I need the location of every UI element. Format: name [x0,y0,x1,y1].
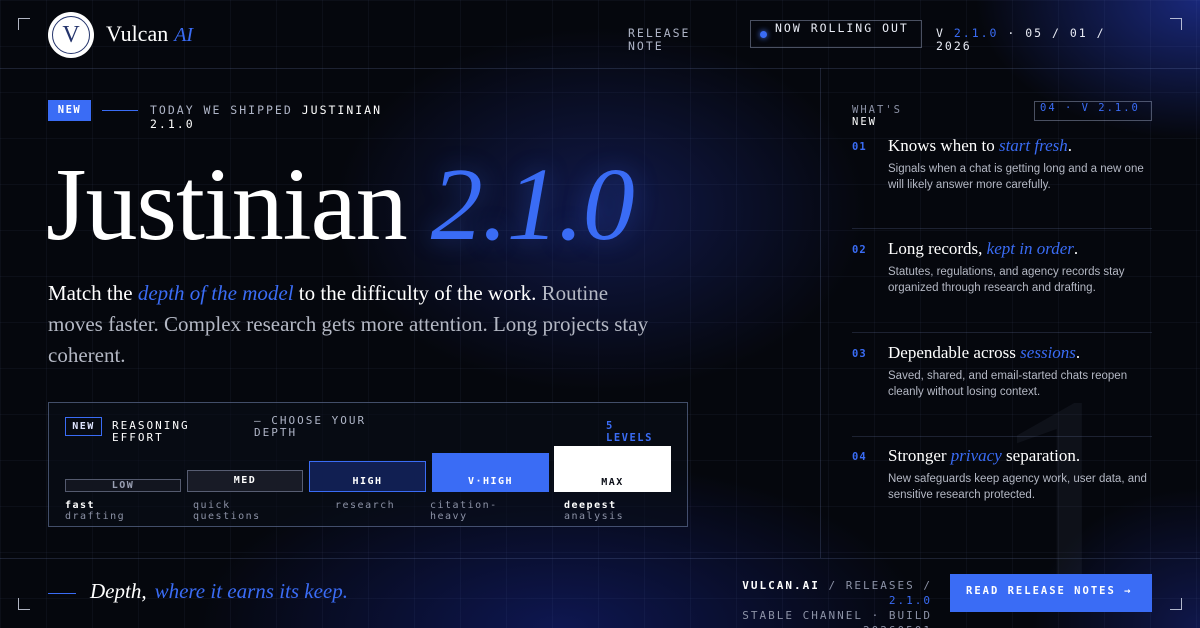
corner-bracket [18,598,30,610]
feature-title: Long records, kept in order. [888,239,1078,259]
level-vhigh-button[interactable]: V·HIGH [432,453,549,492]
choose-depth-label: — CHOOSE YOUR DEPTH [254,414,367,439]
shipped-prefix: TODAY WE SHIPPED [150,103,293,117]
whats-new-label: WHAT'S NEW [852,104,922,128]
tag-rule [102,110,138,111]
breadcrumb: VULCAN.AI / RELEASES / 2.1.0 STABLE CHAN… [700,578,932,628]
tagline-part-1: Depth, [90,579,147,603]
feature-title-emphasis: start fresh [998,136,1068,155]
level-max-caption: deepest analysis [564,500,674,522]
version-date: V 2.1.0 · 05 / 01 / 2026 [936,27,1126,53]
feature-title-end: . [1067,136,1073,155]
level-max-caption-1: deepest [564,500,617,511]
feature-title-end: separation. [1006,446,1081,465]
feature-title-end: . [1075,343,1081,362]
feature-number: 01 [852,141,867,153]
corner-bracket [1170,598,1182,610]
lede-part-2: to the difficulty of the work. [298,281,537,305]
feature-divider [852,228,1152,229]
feature-title-text: Dependable across [888,343,1016,362]
feature-title: Knows when to start fresh. [888,136,1072,156]
page-title: Justinian 2.1.0 [46,147,635,262]
tagline-part-2: where it earns its keep. [154,579,349,603]
feature-title: Stronger privacy separation. [888,446,1080,466]
feature-description: New safeguards keep agency work, user da… [888,473,1147,501]
level-med-caption-2: questions [193,511,261,522]
level-med-button[interactable]: MED [187,470,303,492]
levels-count: 5 LEVELS [606,420,653,444]
breadcrumb-separator: / [828,579,838,592]
new-tag: NEW [48,100,91,121]
level-med-caption-1: quick [193,500,231,511]
breadcrumb-brand[interactable]: VULCAN.AI [742,579,820,592]
feature-title-emphasis: privacy [950,446,1002,465]
feature-count-badge: 04 · V 2.1.0 [1034,101,1152,121]
brand-name-text: Vulcan [106,21,169,46]
feature-number: 03 [852,348,867,360]
lede-part-1: Match the [48,281,133,305]
breadcrumb-separator: / [923,579,932,592]
level-vhigh-caption: citation-heavy [430,500,540,522]
effort-new-tag: NEW [65,417,102,436]
header-divider [0,68,1200,69]
feature-title-text: Long records, [888,239,983,258]
feature-title-text: Knows when to [888,136,995,155]
brand-logo[interactable]: V [48,12,94,58]
feature-description: Saved, shared, and email-started chats r… [888,370,1128,398]
level-max-caption-2: analysis [564,511,625,522]
effort-title: REASONING EFFORT [112,419,190,444]
whats-new-label-1: WHAT'S [852,104,902,116]
status-dot-icon [760,31,767,38]
level-med-caption: quick questions [193,500,303,522]
tagline-rule [48,593,76,594]
feature-title-emphasis: kept in order [986,239,1074,258]
logo-letter: V [52,16,90,54]
status-label: NOW ROLLING OUT [775,21,909,35]
title-name: Justinian [46,147,408,262]
status-badge: NOW ROLLING OUT [750,20,922,48]
feature-divider [852,332,1152,333]
level-low-button[interactable]: LOW [65,479,181,492]
read-release-notes-button[interactable]: READ RELEASE NOTES → [950,574,1152,612]
level-vhigh-caption-2: heavy [430,511,468,522]
title-version: 2.1.0 [430,147,635,262]
feature-title-end: . [1073,239,1079,258]
level-low-caption-1: fast [65,500,96,511]
corner-bracket [1170,18,1182,30]
brand-suffix: AI [174,24,194,46]
lede-highlight: depth of the model [137,281,294,305]
feature-title-text: Stronger [888,446,947,465]
level-high-button[interactable]: HIGH [309,461,426,492]
release-note-label: RELEASE NOTE [628,26,691,53]
level-low-caption-2: drafting [65,511,126,522]
feature-title: Dependable across sessions. [888,343,1080,363]
version-date-text: V 2.1.0 · 05 / 01 / 2026 [936,26,1106,53]
feature-description: Statutes, regulations, and agency record… [888,266,1125,294]
level-max-button[interactable]: MAX [554,446,671,492]
feature-description: Signals when a chat is getting long and … [888,163,1144,191]
brand-name[interactable]: Vulcan AI [106,21,193,47]
level-high-caption: research [335,500,425,511]
whats-new-label-2: NEW [852,116,877,128]
level-vhigh-caption-1: citation- [430,500,498,511]
level-low-caption: fast drafting [65,500,185,522]
breadcrumb-releases[interactable]: RELEASES [846,579,915,592]
level-high-caption-1: research [335,500,396,511]
breadcrumb-version[interactable]: 2.1.0 [889,594,932,607]
build-info: STABLE CHANNEL · BUILD 20260501 [742,609,932,628]
shipped-line: TODAY WE SHIPPED JUSTINIAN 2.1.0 [150,103,430,131]
feature-title-emphasis: sessions [1020,343,1076,362]
lede-paragraph: Match the depth of the model to the diff… [48,278,668,371]
feature-number: 02 [852,244,867,256]
feature-number: 04 [852,451,867,463]
corner-bracket [18,18,30,30]
tagline: Depth, where it earns its keep. [90,579,348,604]
version-number: 2.1.0 [953,26,999,40]
column-divider [820,68,821,558]
